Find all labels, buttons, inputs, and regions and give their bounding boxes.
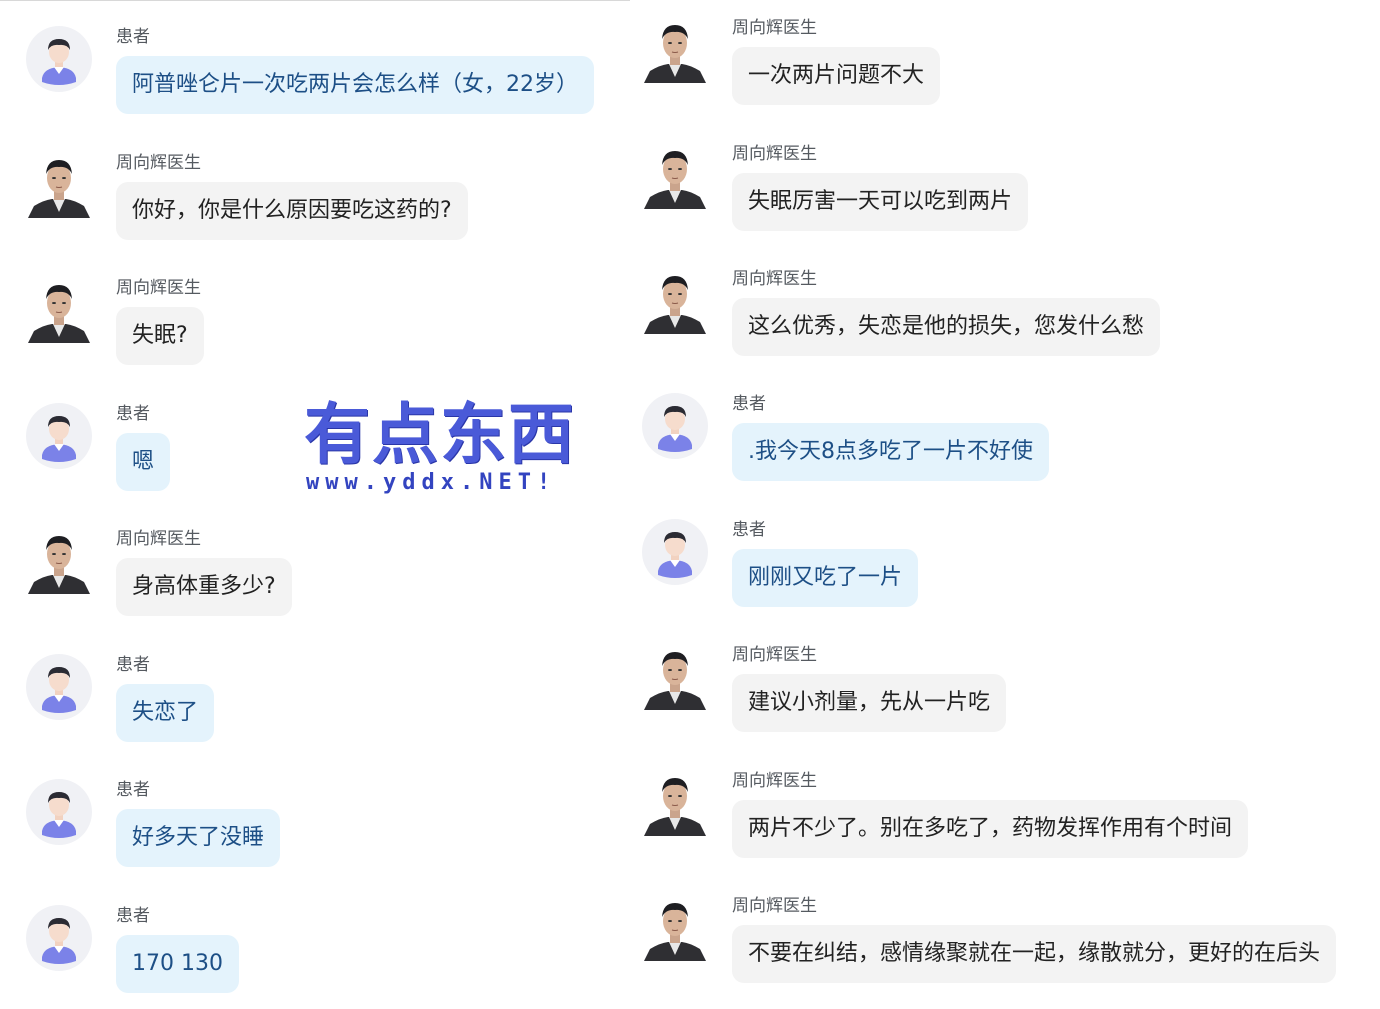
- doctor-avatar[interactable]: [26, 528, 92, 594]
- message-bubble[interactable]: 一次两片问题不大: [732, 47, 941, 105]
- sender-name: 患者: [732, 520, 766, 540]
- message-bubble[interactable]: 刚刚又吃了一片: [732, 549, 919, 607]
- doctor-avatar[interactable]: [642, 644, 708, 710]
- patient-avatar-icon[interactable]: [26, 779, 92, 845]
- sender-name: 周向辉医生: [732, 645, 817, 665]
- message-bubble[interactable]: 阿普唑仑片一次吃两片会怎么样（女，22岁）: [116, 56, 594, 114]
- message-bubble[interactable]: .我今天8点多吃了一片不好使: [732, 423, 1049, 481]
- doctor-avatar[interactable]: [642, 17, 708, 83]
- message-bubble[interactable]: 两片不少了。别在多吃了，药物发挥作用有个时间: [732, 800, 1249, 858]
- patient-avatar-icon[interactable]: [26, 403, 92, 469]
- patient-avatar-icon[interactable]: [642, 393, 708, 459]
- sender-name: 患者: [116, 906, 150, 926]
- message-bubble[interactable]: 不要在纠结，感情缘聚就在一起，缘散就分，更好的在后头: [732, 925, 1337, 983]
- doctor-avatar[interactable]: [26, 152, 92, 218]
- sender-name: 周向辉医生: [732, 896, 817, 916]
- sender-name: 周向辉医生: [732, 144, 817, 164]
- sender-name: 患者: [116, 780, 150, 800]
- sender-name: 患者: [116, 404, 150, 424]
- watermark: 有点东西 www.yddx.NET!: [300, 400, 610, 500]
- patient-avatar-icon[interactable]: [642, 519, 708, 585]
- doctor-avatar[interactable]: [642, 895, 708, 961]
- message-bubble[interactable]: 好多天了没睡: [116, 809, 281, 867]
- sender-name: 周向辉医生: [116, 278, 201, 298]
- watermark-url: www.yddx.NET!: [306, 470, 557, 495]
- message-bubble[interactable]: 失恋了: [116, 684, 215, 742]
- message-bubble[interactable]: 身高体重多少?: [116, 558, 292, 616]
- sender-name: 患者: [116, 655, 150, 675]
- message-bubble[interactable]: 嗯: [116, 433, 171, 491]
- doctor-avatar[interactable]: [642, 268, 708, 334]
- sender-name: 周向辉医生: [732, 269, 817, 289]
- patient-avatar-icon[interactable]: [26, 654, 92, 720]
- sender-name: 患者: [116, 27, 150, 47]
- message-bubble[interactable]: 失眠厉害一天可以吃到两片: [732, 173, 1029, 231]
- watermark-title: 有点东西: [304, 396, 576, 473]
- sender-name: 周向辉医生: [732, 18, 817, 38]
- patient-avatar-icon[interactable]: [26, 26, 92, 92]
- message-bubble[interactable]: 你好，你是什么原因要吃这药的?: [116, 182, 468, 240]
- message-bubble[interactable]: 170 130: [116, 935, 239, 993]
- sender-name: 患者: [732, 394, 766, 414]
- doctor-avatar[interactable]: [642, 143, 708, 209]
- message-bubble[interactable]: 这么优秀，失恋是他的损失，您发什么愁: [732, 298, 1161, 356]
- sender-name: 周向辉医生: [116, 153, 201, 173]
- message-bubble[interactable]: 失眠?: [116, 307, 204, 365]
- sender-name: 周向辉医生: [732, 771, 817, 791]
- chat-column-left: 患者 阿普唑仑片一次吃两片会怎么样（女，22岁） 周向辉医生 你好，你是什么原因…: [0, 0, 630, 1009]
- doctor-avatar[interactable]: [642, 770, 708, 836]
- doctor-avatar[interactable]: [26, 277, 92, 343]
- patient-avatar-icon[interactable]: [26, 905, 92, 971]
- message-bubble[interactable]: 建议小剂量，先从一片吃: [732, 674, 1007, 732]
- sender-name: 周向辉医生: [116, 529, 201, 549]
- chat-column-right: 周向辉医生 一次两片问题不大 周向辉医生 失眠厉害一天可以吃到两片 周向辉医生 …: [640, 0, 1380, 1009]
